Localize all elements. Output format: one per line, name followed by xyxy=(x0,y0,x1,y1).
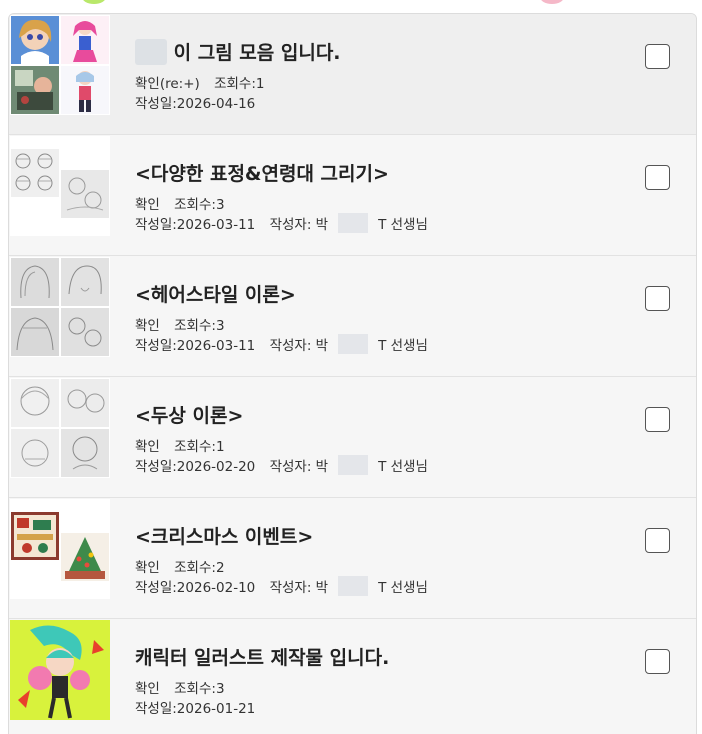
thumbnail-image xyxy=(11,149,59,197)
post-meta: 확인(re:+) 조회수:1 xyxy=(135,72,265,92)
list-item[interactable]: <다양한 표정&연령대 그리기> 확인 조회수:3 작성일:2026-03-11… xyxy=(9,135,696,256)
checkbox-icon[interactable] xyxy=(645,649,670,674)
view-count: 조회수:3 xyxy=(174,681,225,697)
thumbnail-image xyxy=(11,258,59,306)
post-thumbnail[interactable] xyxy=(10,378,110,478)
list-item[interactable]: 이 그림 모음 입니다. 확인(re:+) 조회수:1 작성일:2026-04-… xyxy=(9,14,696,135)
thumbnail-image xyxy=(61,429,109,477)
post-title[interactable]: <헤어스타일 이론> xyxy=(135,280,296,307)
post-thumbnail[interactable] xyxy=(10,257,110,357)
checkbox-icon[interactable] xyxy=(645,44,670,69)
view-count: 조회수:1 xyxy=(174,439,225,455)
view-count: 조회수:3 xyxy=(174,197,225,213)
post-date: 작성일:2026-03-11 xyxy=(135,338,256,354)
post-list: 이 그림 모음 입니다. 확인(re:+) 조회수:1 작성일:2026-04-… xyxy=(8,13,697,734)
post-title[interactable]: 이 그림 모음 입니다. xyxy=(135,38,341,65)
checkbox-icon[interactable] xyxy=(645,286,670,311)
post-date: 작성일:2026-01-21 xyxy=(135,701,256,717)
author-label: 작성자: 박 xyxy=(269,217,329,233)
author-suffix: T 선생님 xyxy=(378,580,428,596)
author-label: 작성자: 박 xyxy=(269,338,329,354)
post-meta-2: 작성일:2026-03-11 작성자: 박 T 선생님 xyxy=(135,334,428,354)
post-thumbnail[interactable] xyxy=(10,499,110,599)
post-meta-2: 작성일:2026-04-16 xyxy=(135,92,255,112)
post-date: 작성일:2026-04-16 xyxy=(135,96,256,112)
post-title[interactable]: <두상 이론> xyxy=(135,401,243,428)
author-suffix: T 선생님 xyxy=(378,338,428,354)
thumbnail-image xyxy=(11,308,59,356)
post-author: 작성자: 박 T 선생님 xyxy=(269,213,428,233)
thumbnail-image xyxy=(61,308,109,356)
post-date: 작성일:2026-02-20 xyxy=(135,459,256,475)
post-date: 작성일:2026-02-10 xyxy=(135,580,256,596)
status-label: 확인 xyxy=(135,318,160,334)
thumbnail-image xyxy=(61,66,109,114)
thumbnail-image xyxy=(61,258,109,306)
post-title[interactable]: 캐릭터 일러스트 제작물 입니다. xyxy=(135,643,389,670)
redacted-name xyxy=(338,455,369,475)
post-date: 작성일:2026-03-11 xyxy=(135,217,256,233)
post-author: 작성자: 박 T 선생님 xyxy=(269,455,428,475)
checkbox-icon[interactable] xyxy=(645,407,670,432)
thumbnail-image xyxy=(10,620,110,720)
status-label: 확인 xyxy=(135,560,160,576)
checkbox-icon[interactable] xyxy=(645,165,670,190)
post-thumbnail[interactable] xyxy=(10,620,110,720)
post-meta: 확인 조회수:3 xyxy=(135,193,225,213)
thumbnail-image xyxy=(11,429,59,477)
redacted-name xyxy=(338,576,369,596)
thumbnail-image xyxy=(11,512,59,560)
author-suffix: T 선생님 xyxy=(378,217,428,233)
redacted-name xyxy=(338,334,369,354)
post-meta-2: 작성일:2026-01-21 xyxy=(135,697,255,717)
thumbnail-image xyxy=(11,16,59,64)
view-count: 조회수:2 xyxy=(174,560,225,576)
post-meta: 확인 조회수:1 xyxy=(135,435,225,455)
status-label: 확인(re:+) xyxy=(135,76,200,92)
post-title[interactable]: <크리스마스 이벤트> xyxy=(135,522,313,549)
post-author: 작성자: 박 T 선생님 xyxy=(269,576,428,596)
post-title-text: 이 그림 모음 입니다. xyxy=(173,42,341,64)
post-meta: 확인 조회수:3 xyxy=(135,314,225,334)
thumbnail-image xyxy=(61,170,109,218)
list-item[interactable]: <헤어스타일 이론> 확인 조회수:3 작성일:2026-03-11 작성자: … xyxy=(9,256,696,377)
view-count: 조회수:3 xyxy=(174,318,225,334)
thumbnail-image xyxy=(61,533,109,581)
post-meta-2: 작성일:2026-02-20 작성자: 박 T 선생님 xyxy=(135,455,428,475)
thumbnail-image xyxy=(11,66,59,114)
list-item[interactable]: <두상 이론> 확인 조회수:1 작성일:2026-02-20 작성자: 박 T … xyxy=(9,377,696,498)
page: 이 그림 모음 입니다. 확인(re:+) 조회수:1 작성일:2026-04-… xyxy=(0,0,702,734)
post-meta: 확인 조회수:2 xyxy=(135,556,225,576)
view-count: 조회수:1 xyxy=(214,76,265,92)
redacted-name xyxy=(135,39,167,65)
post-title[interactable]: <다양한 표정&연령대 그리기> xyxy=(135,159,389,186)
decor-icon xyxy=(540,0,564,4)
post-meta-2: 작성일:2026-02-10 작성자: 박 T 선생님 xyxy=(135,576,428,596)
post-author: 작성자: 박 T 선생님 xyxy=(269,334,428,354)
list-item[interactable]: <크리스마스 이벤트> 확인 조회수:2 작성일:2026-02-10 작성자:… xyxy=(9,498,696,619)
post-meta: 확인 조회수:3 xyxy=(135,677,225,697)
author-label: 작성자: 박 xyxy=(269,580,329,596)
status-label: 확인 xyxy=(135,197,160,213)
decor-icon xyxy=(82,0,106,4)
thumbnail-image xyxy=(61,16,109,64)
post-thumbnail[interactable] xyxy=(10,136,110,236)
thumbnail-image xyxy=(11,379,59,427)
redacted-name xyxy=(338,213,369,233)
status-label: 확인 xyxy=(135,681,160,697)
status-label: 확인 xyxy=(135,439,160,455)
post-meta-2: 작성일:2026-03-11 작성자: 박 T 선생님 xyxy=(135,213,428,233)
author-label: 작성자: 박 xyxy=(269,459,329,475)
checkbox-icon[interactable] xyxy=(645,528,670,553)
list-item[interactable]: 캐릭터 일러스트 제작물 입니다. 확인 조회수:3 작성일:2026-01-2… xyxy=(9,619,696,734)
thumbnail-image xyxy=(61,379,109,427)
author-suffix: T 선생님 xyxy=(378,459,428,475)
post-thumbnail[interactable] xyxy=(10,15,110,115)
